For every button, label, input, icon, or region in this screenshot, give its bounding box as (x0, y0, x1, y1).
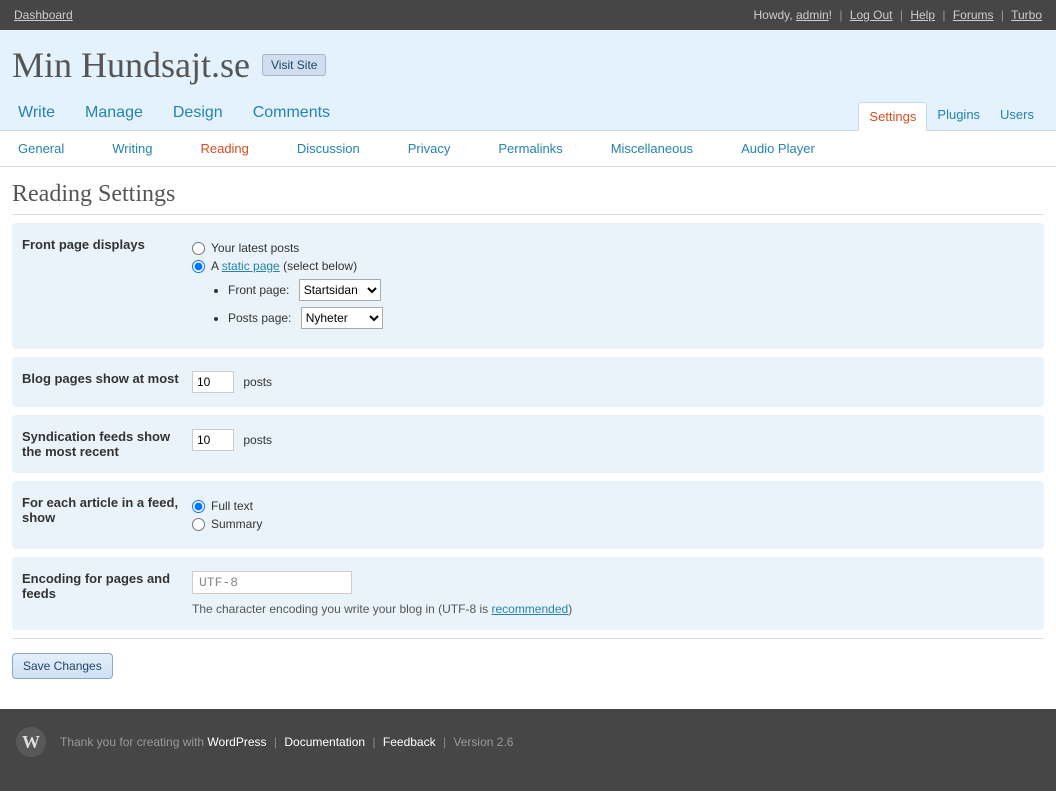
label-feed-article: For each article in a feed, show (22, 495, 192, 535)
section-syndication-feeds: Syndication feeds show the most recent p… (12, 415, 1044, 473)
label-front-page-displays: Front page displays (22, 237, 192, 335)
wordpress-logo-icon: W (16, 727, 46, 757)
sub-nav-permalinks[interactable]: Permalinks (486, 141, 574, 156)
divider (12, 638, 1044, 639)
page-title: Reading Settings (12, 181, 1044, 215)
syndication-count-input[interactable] (192, 429, 234, 451)
settings-sub-nav: General Writing Reading Discussion Privacy Pe… (0, 131, 1056, 167)
section-feed-article: For each article in a feed, show Full te… (12, 481, 1044, 549)
radio-latest-posts-label: Your latest posts (211, 241, 299, 255)
front-page-select[interactable]: Startsidan (299, 279, 381, 301)
section-blog-pages: Blog pages show at most posts (12, 357, 1044, 407)
main-nav-settings[interactable]: Settings (858, 102, 927, 131)
site-title: Min Hundsajt.se (12, 44, 250, 86)
radio-full-text-label: Full text (211, 499, 253, 513)
save-changes-button[interactable]: Save Changes (12, 653, 113, 679)
howdy-text: Howdy, (754, 8, 796, 22)
help-link[interactable]: Help (910, 8, 935, 22)
sub-nav-privacy[interactable]: Privacy (396, 141, 463, 156)
label-syndication-feeds: Syndication feeds show the most recent (22, 429, 192, 459)
radio-latest-posts[interactable] (192, 242, 205, 255)
posts-page-select-label: Posts page: (228, 311, 291, 325)
main-nav-comments[interactable]: Comments (247, 98, 340, 130)
admin-footer: W Thank you for creating with WordPress … (0, 709, 1056, 791)
blog-pages-count-input[interactable] (192, 371, 234, 393)
footer-feedback-link[interactable]: Feedback (383, 735, 436, 749)
admin-user-link[interactable]: admin (796, 8, 829, 22)
footer-version: Version 2.6 (453, 735, 513, 749)
footer-wordpress-link[interactable]: WordPress (207, 735, 266, 749)
sub-nav-audio-player[interactable]: Audio Player (729, 141, 827, 156)
main-nav-users[interactable]: Users (990, 101, 1044, 128)
posts-page-select[interactable]: Nyheter (301, 307, 383, 329)
encoding-description: The character encoding you write your bl… (192, 602, 1034, 616)
turbo-link[interactable]: Turbo (1011, 8, 1042, 22)
label-encoding: Encoding for pages and feeds (22, 571, 192, 616)
radio-summary-label: Summary (211, 517, 262, 531)
visit-site-button[interactable]: Visit Site (262, 54, 326, 76)
admin-top-bar: Dashboard Howdy, admin! | Log Out | Help… (0, 0, 1056, 30)
main-nav-plugins[interactable]: Plugins (927, 101, 990, 128)
blog-pages-suffix: posts (243, 375, 272, 389)
site-header: Min Hundsajt.se Visit Site Write Manage De… (0, 30, 1056, 131)
sub-nav-writing[interactable]: Writing (100, 141, 164, 156)
main-nav-manage[interactable]: Manage (79, 98, 153, 130)
sub-nav-discussion[interactable]: Discussion (285, 141, 372, 156)
main-nav: Write Manage Design Comments SettingsPlugin… (12, 98, 1044, 130)
sub-nav-miscellaneous[interactable]: Miscellaneous (599, 141, 705, 156)
logout-link[interactable]: Log Out (850, 8, 893, 22)
label-blog-pages: Blog pages show at most (22, 371, 192, 393)
dashboard-link[interactable]: Dashboard (14, 8, 73, 22)
sub-nav-general[interactable]: General (6, 141, 76, 156)
radio-full-text[interactable] (192, 500, 205, 513)
static-page-link[interactable]: static page (222, 259, 280, 273)
main-nav-write[interactable]: Write (12, 98, 65, 130)
section-front-page-displays: Front page displays Your latest posts A … (12, 223, 1044, 349)
sub-nav-reading[interactable]: Reading (188, 141, 260, 156)
front-page-select-label: Front page: (228, 283, 289, 297)
page-content: Reading Settings Front page displays You… (0, 167, 1056, 709)
encoding-recommended-link[interactable]: recommended (491, 602, 568, 616)
syndication-suffix: posts (243, 433, 272, 447)
section-encoding: Encoding for pages and feeds The charact… (12, 557, 1044, 630)
footer-documentation-link[interactable]: Documentation (284, 735, 365, 749)
radio-summary[interactable] (192, 518, 205, 531)
main-nav-design[interactable]: Design (167, 98, 233, 130)
radio-static-page[interactable] (192, 260, 205, 273)
footer-thank-text: Thank you for creating with (60, 735, 207, 749)
forums-link[interactable]: Forums (953, 8, 994, 22)
encoding-input[interactable] (192, 571, 352, 594)
